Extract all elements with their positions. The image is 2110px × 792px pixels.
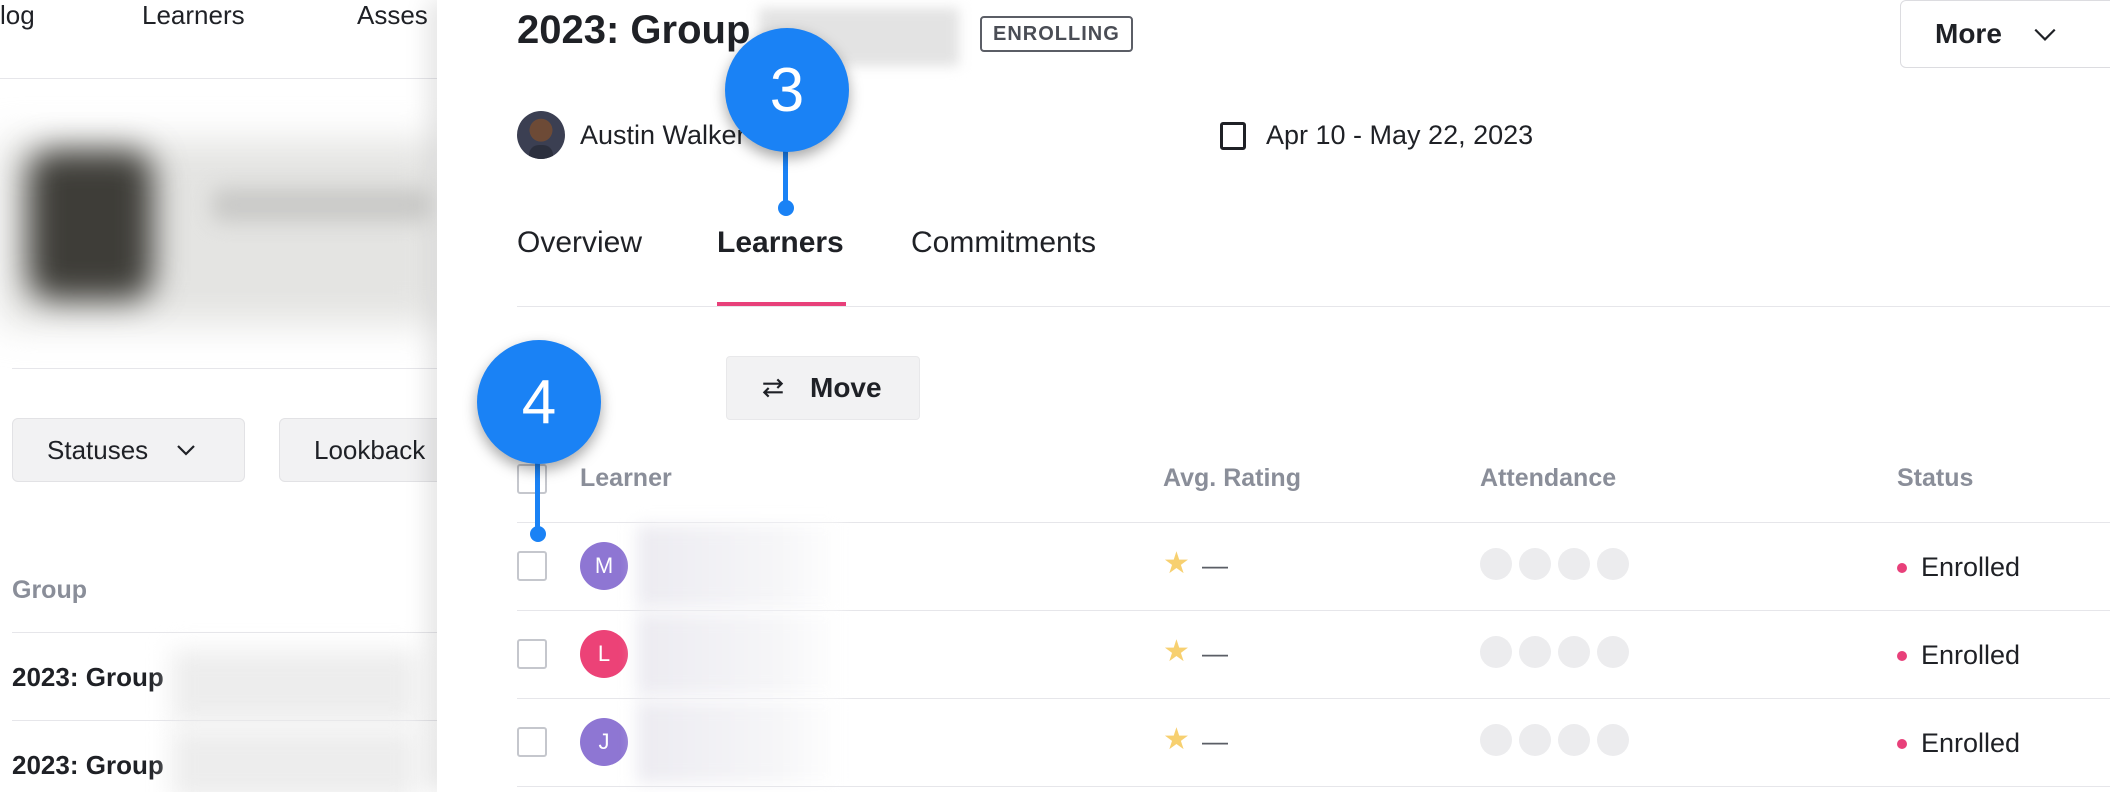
divider [517,610,2110,611]
nav-item-learners[interactable]: Learners [142,0,245,31]
divider [12,720,437,721]
page-title: 2023: Group [517,8,751,52]
statuses-filter[interactable]: Statuses [12,418,245,482]
step-callout-3: 3 [725,28,849,152]
lookback-filter[interactable]: Lookback [279,418,437,482]
move-button[interactable]: Move [726,356,920,420]
star-icon: ★ [1163,723,1190,756]
status-cell: Enrolled [1897,728,2020,759]
column-header-status[interactable]: Status [1897,464,1973,493]
status-label: Enrolled [1921,640,2021,670]
group-column-header: Group [12,576,87,604]
statuses-filter-label: Statuses [47,434,149,465]
calendar-icon [1220,122,1246,150]
select-all-checkbox[interactable] [517,464,547,494]
divider [12,368,437,369]
status-dot [1897,650,1907,661]
redacted-group-name [172,650,417,722]
divider [517,786,2110,787]
learner-avatar: J [580,718,628,766]
status-cell: Enrolled [1897,552,2020,583]
attendance-indicators [1480,724,1629,756]
star-icon: ★ [1163,635,1190,668]
lookback-filter-label: Lookback [314,434,426,465]
avg-rating-value: — [1202,726,1228,756]
more-button-label: More [1935,18,2002,49]
callout-4-anchor [530,526,546,542]
callout-3-anchor [778,200,794,216]
move-button-label: Move [810,372,882,403]
redacted-learner-name [637,613,842,695]
status-label: Enrolled [1921,728,2021,758]
nav-item-catalog[interactable]: log [0,0,35,31]
attendance-indicators [1480,548,1629,580]
divider [12,632,437,633]
chevron-down-icon [177,445,195,456]
redacted-learner-name [637,525,842,607]
step-callout-4: 4 [477,340,601,464]
learner-avatar: L [580,630,628,678]
status-label: Enrolled [1921,552,2021,582]
column-header-avg-rating[interactable]: Avg. Rating [1163,464,1301,493]
nav-divider [0,78,437,79]
divider [517,698,2110,699]
star-icon: ★ [1163,547,1190,580]
status-badge: ENROLLING [980,16,1133,52]
column-header-learner[interactable]: Learner [580,464,672,493]
date-range: Apr 10 - May 22, 2023 [1266,120,1534,150]
redacted-group-name [172,728,417,792]
attendance-indicators [1480,636,1629,668]
column-header-attendance[interactable]: Attendance [1480,464,1616,493]
avg-rating-value: — [1202,550,1228,580]
learner-avatar: M [580,542,628,590]
group-row-name[interactable]: 2023: Group [12,662,164,693]
redacted-learner-name [637,701,842,783]
tab-overview[interactable]: Overview [517,226,642,260]
status-cell: Enrolled [1897,640,2020,671]
avg-rating-value: — [1202,638,1228,668]
redacted-thumbnail [28,150,153,300]
nav-item-assessments[interactable]: Asses [357,0,428,31]
more-button[interactable]: More [1900,0,2110,68]
tabs-divider [517,306,2110,307]
redacted-title [212,188,427,222]
tab-commitments[interactable]: Commitments [911,226,1096,260]
status-dot [1897,562,1907,573]
swap-arrows-icon [762,378,784,398]
owner-avatar [517,111,565,159]
group-detail-panel: 2023: Group ENROLLING More Austin Walker… [437,0,2110,792]
group-row-name[interactable]: 2023: Group [12,750,164,781]
owner-name: Austin Walker [580,120,746,150]
status-dot [1897,738,1907,749]
row-checkbox[interactable] [517,639,547,669]
row-checkbox[interactable] [517,551,547,581]
row-checkbox[interactable] [517,727,547,757]
tab-learners[interactable]: Learners [717,226,844,260]
chevron-down-icon [2034,28,2056,41]
divider [517,522,2110,523]
background-page: log Learners Asses Statuses Lookback Gro… [0,0,437,792]
